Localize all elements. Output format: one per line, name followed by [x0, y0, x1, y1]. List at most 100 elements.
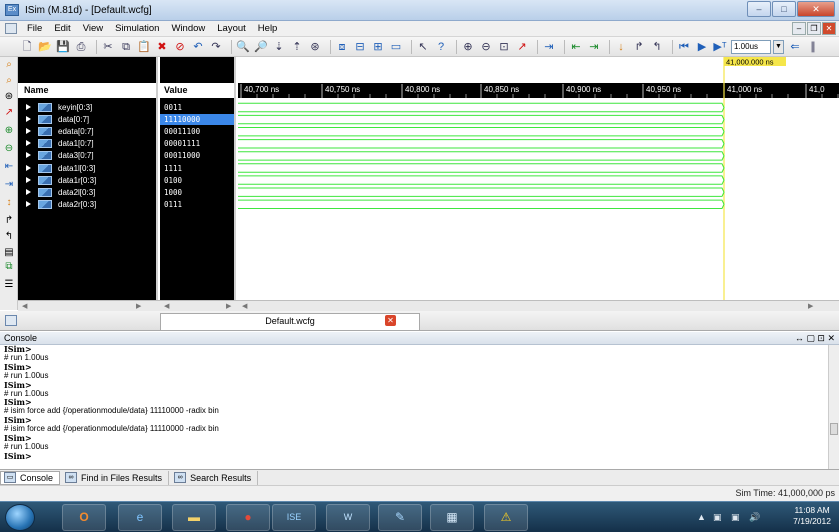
taskbar-isim-icon[interactable]: ▦ [430, 504, 474, 531]
expand-arrow-icon[interactable] [26, 128, 31, 135]
menu-layout[interactable]: Layout [211, 23, 252, 34]
tile-horizontal-icon[interactable]: ⊟ [353, 40, 367, 54]
scroll-right-icon[interactable]: ▶ [808, 302, 813, 310]
redo-icon[interactable]: ↷ [209, 40, 223, 54]
scrollbar-thumb[interactable] [830, 423, 838, 435]
signal-row[interactable]: keyin[0:3] [18, 102, 156, 113]
mdi-close-button[interactable]: ✕ [822, 22, 836, 35]
signal-value[interactable]: 1111 [160, 163, 234, 174]
minimize-button[interactable]: – [747, 1, 771, 17]
taskbar-warning-icon[interactable]: ⚠ [484, 504, 528, 531]
tab-default-wcfg[interactable]: Default.wcfg [160, 313, 420, 330]
expand-arrow-icon[interactable] [26, 152, 31, 159]
taskbar-explorer-icon[interactable]: ▬ [172, 504, 216, 531]
print-icon[interactable]: ⎙ [74, 40, 88, 54]
step-out-icon[interactable]: ↰ [650, 40, 664, 54]
close-tab-icon[interactable]: ✕ [385, 315, 396, 326]
new-file-icon[interactable]: 🗋 [20, 40, 34, 54]
taskbar-paint-icon[interactable]: ✎ [378, 504, 422, 531]
waveform-horizontal-scrollbars[interactable]: ◀ ▶ ◀ ▶ ◀ ▶ [18, 300, 839, 311]
step-over-icon[interactable]: ↱ [632, 40, 646, 54]
name-column-header[interactable]: Name [18, 83, 156, 98]
signal-value[interactable]: 00001111 [160, 138, 234, 149]
pointer-icon[interactable]: ↖ [416, 40, 430, 54]
open-folder-icon[interactable]: 📂 [38, 40, 52, 54]
maximize-button[interactable]: □ [772, 1, 796, 17]
zoom-out-icon[interactable]: ⊖ [479, 40, 493, 54]
scroll-right-icon[interactable]: ▶ [226, 302, 231, 310]
tab-find-in-files-results[interactable]: ∞ Find in Files Results [62, 470, 170, 485]
expand-arrow-icon[interactable] [26, 140, 31, 147]
signal-row[interactable]: data[0:7] [18, 114, 156, 125]
find-in-files-icon[interactable]: 🔎 [254, 40, 268, 54]
next-marker-icon[interactable]: ⇥ [3, 179, 15, 191]
find-icon[interactable]: 🔍 [236, 40, 250, 54]
console-vertical-scrollbar[interactable] [828, 345, 839, 469]
signal-row[interactable]: data3[0:7] [18, 150, 156, 161]
menu-file[interactable]: File [21, 23, 48, 34]
step-time-icon[interactable]: ⇐ [788, 40, 802, 54]
signal-row[interactable]: data1r[0:3] [18, 175, 156, 186]
signal-value[interactable]: 0111 [160, 199, 234, 210]
menu-edit[interactable]: Edit [48, 23, 76, 34]
close-button[interactable]: ✕ [797, 1, 835, 17]
expand-arrow-icon[interactable] [26, 188, 31, 195]
value-column-header[interactable]: Value [160, 83, 234, 98]
zoom-out-icon[interactable]: ⌕ [3, 75, 15, 87]
scroll-right-icon[interactable]: ▶ [136, 302, 141, 310]
undo-icon[interactable]: ↶ [191, 40, 205, 54]
expand-arrow-icon[interactable] [26, 116, 31, 123]
previous-marker-icon[interactable]: ⇤ [3, 161, 15, 173]
marker-icon[interactable]: ⇣ [272, 40, 286, 54]
mdi-restore-button[interactable]: ❐ [807, 22, 821, 35]
menu-view[interactable]: View [77, 23, 109, 34]
expand-arrow-icon[interactable] [26, 104, 31, 110]
zoom-fit-icon[interactable]: ⊡ [497, 40, 511, 54]
taskbar-word-icon[interactable]: W [326, 504, 370, 531]
swap-cursors-icon[interactable]: ↱ [3, 215, 15, 227]
signal-value[interactable]: 0100 [160, 175, 234, 186]
signal-row[interactable]: data1l[0:3] [18, 163, 156, 174]
taskbar-chrome-icon[interactable]: ● [226, 504, 270, 531]
tab-console[interactable]: ▭ Console [0, 470, 61, 485]
signal-row[interactable]: data2r[0:3] [18, 199, 156, 210]
copy-icon[interactable]: ⧉ [119, 40, 133, 54]
tray-expand-icon[interactable]: ▲ [697, 512, 706, 522]
network-icon[interactable]: ▣ [713, 512, 722, 523]
zoom-in-icon[interactable]: ⌕ [3, 59, 15, 71]
zoom-full-icon[interactable]: ⊛ [3, 91, 15, 103]
paste-icon[interactable]: 📋 [137, 40, 151, 54]
stop-icon[interactable]: ⊘ [173, 40, 187, 54]
taskbar-office-icon[interactable]: O [62, 504, 106, 531]
grid-icon[interactable]: ▤ [3, 247, 15, 259]
delete-icon[interactable]: ✖ [155, 40, 169, 54]
tile-vertical-icon[interactable]: ⊞ [371, 40, 385, 54]
add-marker-icon[interactable]: ⊕ [3, 125, 15, 137]
signal-row[interactable]: edata[0:7] [18, 126, 156, 137]
previous-transition-icon[interactable]: ⇤ [569, 40, 583, 54]
menu-window[interactable]: Window [165, 23, 211, 34]
tab-search-results[interactable]: ∞ Search Results [171, 470, 259, 485]
waveform-panel[interactable]: 40,700 ns 40,750 ns 40,800 ns 40,850 ns 40,9… [238, 57, 839, 300]
zoom-cursor-icon[interactable]: ↗ [3, 107, 15, 119]
expand-arrow-icon[interactable] [26, 200, 31, 207]
signal-value[interactable]: 1000 [160, 187, 234, 198]
console-panel-controls[interactable]: ↔ ▢ ⊡ ✕ [795, 332, 835, 345]
scroll-left-icon[interactable]: ◀ [22, 302, 27, 310]
tray-app-icon[interactable]: ▣ [731, 512, 740, 523]
help-icon[interactable]: ? [434, 40, 448, 54]
run-for-time-icon[interactable]: ▶ᵀ [713, 40, 727, 54]
expand-arrow-icon[interactable] [26, 164, 31, 171]
break-icon[interactable]: ∥ [806, 40, 820, 54]
signal-value[interactable]: 00011000 [160, 150, 234, 161]
scroll-left-icon[interactable]: ◀ [164, 302, 169, 310]
start-button[interactable] [5, 504, 35, 531]
volume-icon[interactable]: 🔊 [749, 512, 760, 523]
run-time-dropdown-icon[interactable]: ▼ [773, 39, 784, 54]
cascade-icon[interactable]: ⧈ [335, 40, 349, 54]
signal-row[interactable]: data2l[0:3] [18, 187, 156, 198]
signal-value[interactable]: 11110000 [160, 114, 234, 126]
expand-arrow-icon[interactable] [26, 176, 31, 183]
snap-icon[interactable]: ↕ [3, 197, 15, 209]
zoom-cursor-icon[interactable]: ↗ [515, 40, 529, 54]
